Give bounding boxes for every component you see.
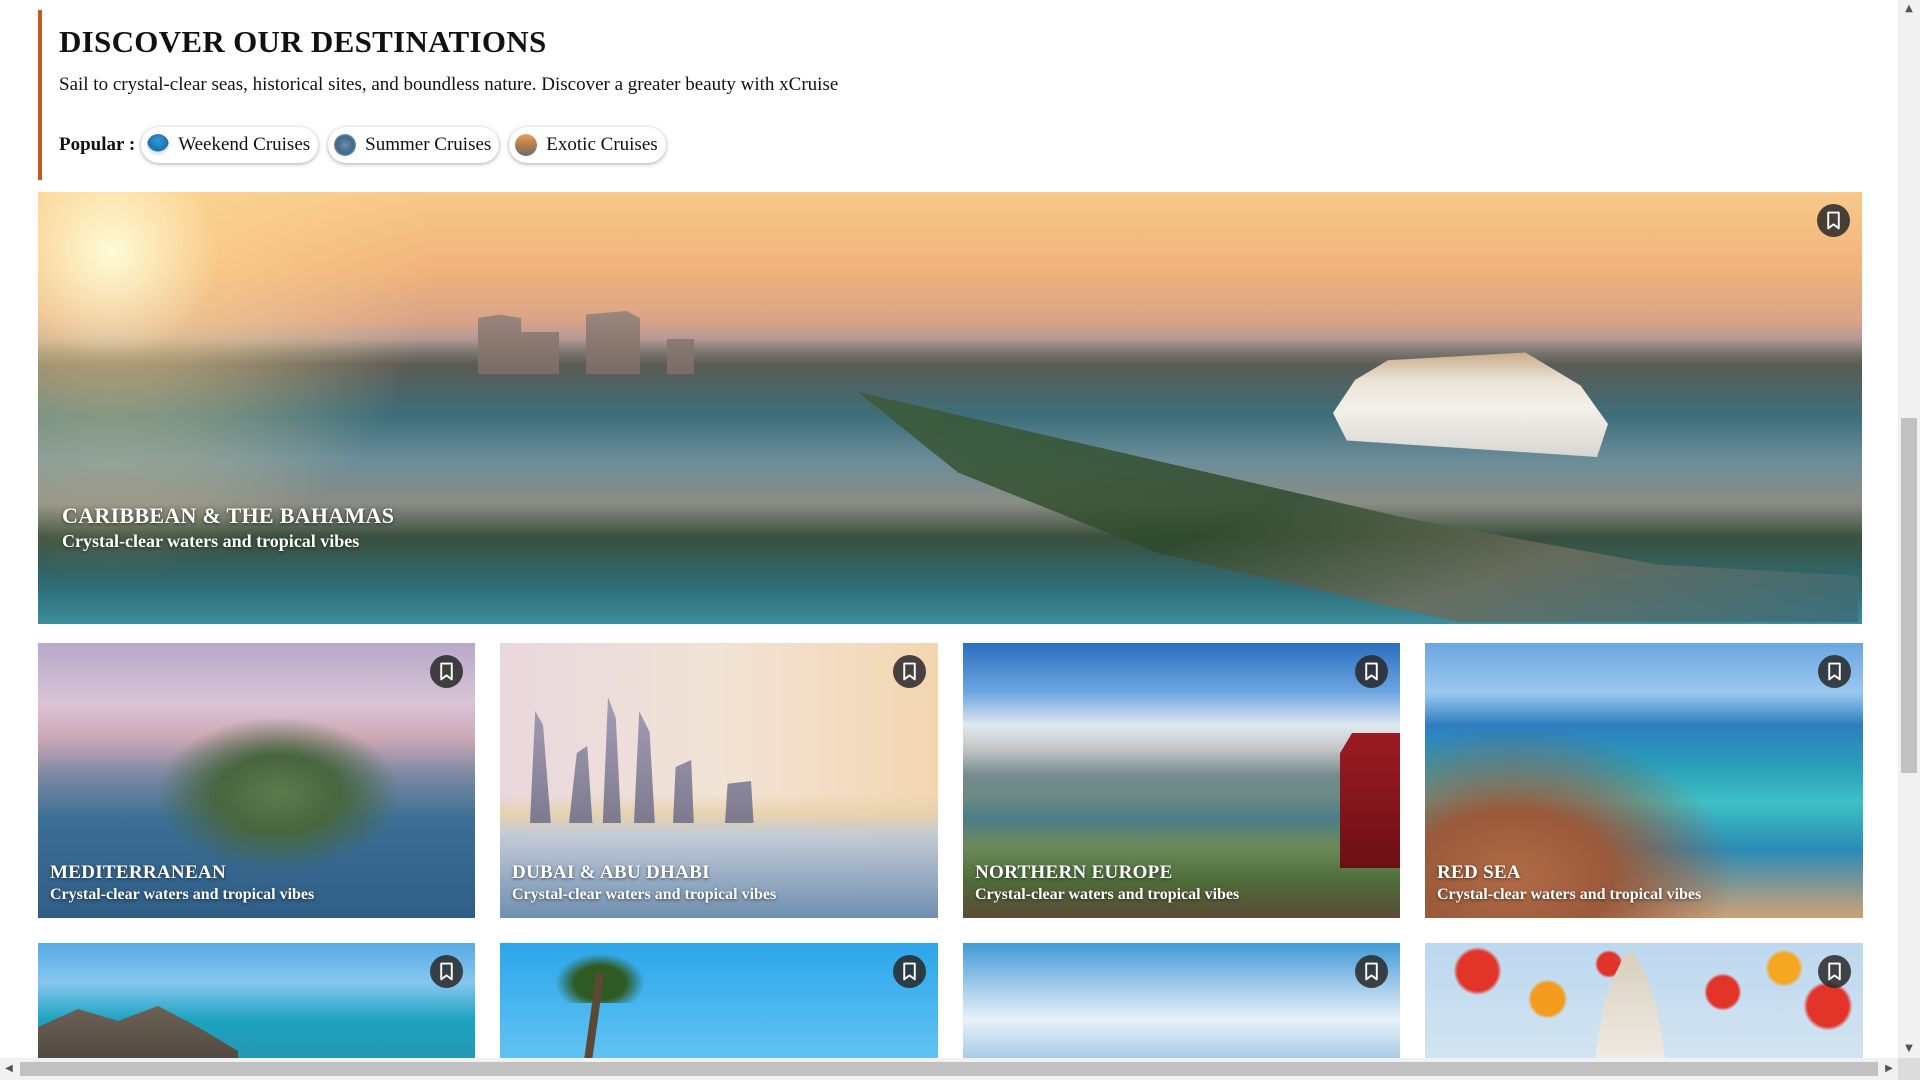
destination-name: MEDITERRANEAN — [50, 862, 226, 883]
weekend-thumb-icon — [147, 134, 170, 156]
destination-tagline: Crystal-clear waters and tropical vibes — [50, 886, 315, 903]
chip-exotic-cruises[interactable]: Exotic Cruises — [509, 127, 666, 163]
page: DISCOVER OUR DESTINATIONS Sail to crysta… — [0, 0, 1898, 1058]
bookmark-icon[interactable] — [1355, 655, 1388, 688]
destination-name: DUBAI & ABU DHABI — [512, 862, 710, 883]
destination-name: CARIBBEAN & THE BAHAMAS — [62, 503, 395, 528]
destination-name: RED SEA — [1437, 862, 1521, 883]
destination-card-row3-1[interactable] — [38, 943, 475, 1058]
destination-tagline: Crystal-clear waters and tropical vibes — [975, 886, 1240, 903]
dubai-skyline — [530, 697, 790, 823]
bookmark-icon[interactable] — [893, 955, 926, 988]
chip-weekend-cruises[interactable]: Weekend Cruises — [141, 127, 319, 163]
card-label: DUBAI & ABU DHABI Crystal-clear waters a… — [512, 862, 776, 904]
popular-filters: Popular : Weekend Cruises Summer Cruises… — [59, 125, 676, 165]
destination-tagline: Crystal-clear waters and tropical vibes — [512, 886, 777, 903]
scrollbar-corner — [1898, 1058, 1920, 1080]
page-title: DISCOVER OUR DESTINATIONS — [59, 24, 547, 59]
destination-card-row3-2[interactable] — [500, 943, 938, 1058]
scene-rocks — [38, 1006, 238, 1058]
hero-scene-ship — [1333, 352, 1608, 457]
exotic-thumb-icon — [515, 134, 538, 156]
scene-pagoda — [1594, 953, 1666, 1058]
chip-label: Summer Cruises — [365, 134, 492, 155]
destination-card-row3-3[interactable] — [963, 943, 1400, 1058]
destination-card-northern-europe[interactable]: NORTHERN EUROPE Crystal-clear waters and… — [963, 643, 1400, 918]
destination-card-dubai[interactable]: DUBAI & ABU DHABI Crystal-clear waters a… — [500, 643, 938, 918]
chip-label: Exotic Cruises — [546, 134, 658, 155]
bookmark-icon[interactable] — [430, 655, 463, 688]
bookmark-icon[interactable] — [430, 955, 463, 988]
horizontal-scrollbar[interactable]: ◀ ▶ — [0, 1058, 1898, 1080]
destination-tagline: Crystal-clear waters and tropical vibes — [1437, 886, 1702, 903]
destination-tagline: Crystal-clear waters and tropical vibes — [62, 531, 360, 551]
scroll-right-arrow-icon[interactable]: ▶ — [1880, 1058, 1898, 1080]
vertical-scrollbar[interactable]: ▲ ▼ — [1898, 0, 1920, 1058]
destination-card-mediterranean[interactable]: MEDITERRANEAN Crystal-clear waters and t… — [38, 643, 475, 918]
destination-card-red-sea[interactable]: RED SEA Crystal-clear waters and tropica… — [1425, 643, 1863, 918]
chip-label: Weekend Cruises — [178, 134, 311, 155]
card-label: RED SEA Crystal-clear waters and tropica… — [1437, 862, 1701, 904]
card-label: MEDITERRANEAN Crystal-clear waters and t… — [50, 862, 314, 904]
northern-house — [1340, 733, 1400, 868]
card-label: CARIBBEAN & THE BAHAMAS Crystal-clear wa… — [62, 503, 394, 552]
scroll-left-arrow-icon[interactable]: ◀ — [0, 1058, 18, 1080]
summer-thumb-icon — [334, 134, 357, 156]
bookmark-icon[interactable] — [893, 655, 926, 688]
destination-card-caribbean[interactable]: CARIBBEAN & THE BAHAMAS Crystal-clear wa… — [38, 192, 1862, 624]
vertical-scroll-thumb[interactable] — [1901, 418, 1917, 773]
page-subtitle: Sail to crystal-clear seas, historical s… — [59, 74, 839, 95]
horizontal-scroll-thumb[interactable] — [20, 1062, 1878, 1076]
bookmark-icon[interactable] — [1355, 955, 1388, 988]
scroll-down-arrow-icon[interactable]: ▼ — [1898, 1040, 1920, 1058]
bookmark-icon[interactable] — [1817, 204, 1850, 237]
bookmark-icon[interactable] — [1818, 955, 1851, 988]
hero-scene-towers — [478, 311, 748, 374]
destinations-header: DISCOVER OUR DESTINATIONS Sail to crysta… — [38, 10, 1858, 180]
destination-card-row3-4[interactable] — [1425, 943, 1863, 1058]
chip-summer-cruises[interactable]: Summer Cruises — [328, 127, 500, 163]
bookmark-icon[interactable] — [1818, 655, 1851, 688]
popular-label: Popular : — [59, 134, 136, 155]
scroll-up-arrow-icon[interactable]: ▲ — [1898, 0, 1920, 18]
card-label: NORTHERN EUROPE Crystal-clear waters and… — [975, 862, 1239, 904]
destination-name: NORTHERN EUROPE — [975, 862, 1173, 883]
